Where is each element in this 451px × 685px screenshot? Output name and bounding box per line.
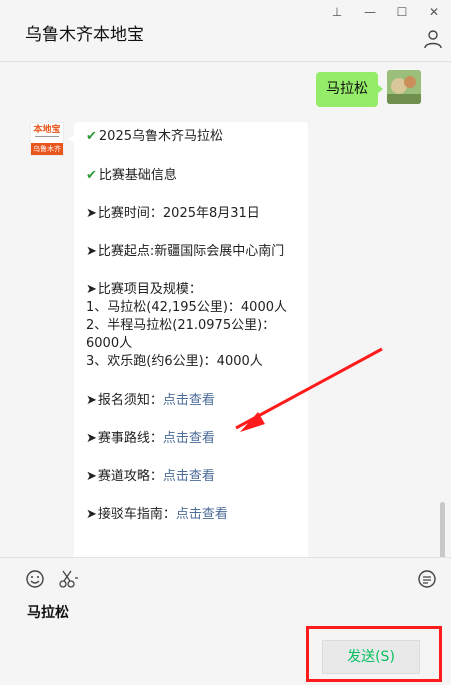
bot-avatar[interactable]: 本地宝 乌鲁木齐 [30,122,64,156]
maximize-button[interactable]: ☐ [392,4,412,20]
checkmark-icon: ✔ [86,129,97,144]
shuttle-guide-link[interactable]: 点击查看 [176,507,228,522]
send-button-highlight [306,626,442,682]
registration-link[interactable]: 点击查看 [163,393,215,408]
my-avatar[interactable] [387,70,421,104]
arrow-icon: ➤ [86,469,97,484]
minimize-button[interactable]: — [360,4,380,20]
user-icon[interactable] [423,29,443,49]
avatar-logo-text: 本地宝 [33,125,61,135]
message-line: 2、半程马拉松(21.0975公里)： [86,318,276,333]
arrow-icon: ➤ [86,206,97,221]
arrow-icon: ➤ [86,507,97,522]
arrow-icon: ➤ [86,282,97,297]
message-line: ➤比赛时间：2025年8月31日 [86,206,260,221]
route-link[interactable]: 点击查看 [163,431,215,446]
avatar-logo-city: 乌鲁木齐 [31,143,63,155]
chat-scrollbar[interactable] [440,502,445,557]
course-guide-link[interactable]: 点击查看 [163,469,215,484]
message-line: ✔ 2025乌鲁木齐马拉松 [86,129,223,144]
message-line: 6000人 [86,336,133,351]
sent-message[interactable]: 马拉松 [316,72,383,107]
message-line: ➤接驳车指南：点击查看 [86,507,228,522]
chat-area[interactable]: 马拉松 本地宝 乌鲁木齐 ✔ 2025乌鲁木齐马拉松 ✔ 比赛基础信息 ➤比赛时间：… [0,62,451,557]
message-line: ➤比赛起点:新疆国际会展中心南门 [86,244,285,259]
arrow-icon: ➤ [86,393,97,408]
message-line: 3、欢乐跑(约6公里)：4000人 [86,354,263,369]
arrow-icon: ➤ [86,244,97,259]
message-line: ➤比赛项目及规模： [86,282,202,297]
avatar-logo-rule [35,136,59,140]
chat-title: 乌鲁木齐本地宝 [25,25,144,45]
arrow-icon: ➤ [86,431,97,446]
emoji-icon[interactable] [24,568,46,590]
pin-icon[interactable]: ⊥ [327,4,347,20]
message-input[interactable]: 马拉松 [27,602,69,622]
checkmark-icon: ✔ [86,168,97,183]
message-line: ✔ 比赛基础信息 [86,168,177,183]
chat-history-icon[interactable] [416,568,438,590]
message-line: ➤报名须知：点击查看 [86,393,215,408]
message-line: ➤赛事路线：点击查看 [86,431,215,446]
received-message: ✔ 2025乌鲁木齐马拉松 ✔ 比赛基础信息 ➤比赛时间：2025年8月31日 ➤比… [69,122,308,557]
message-line: 1、马拉松(42,195公里)：4000人 [86,300,287,315]
close-button[interactable]: ✕ [424,4,444,20]
message-line: ➤赛道攻略：点击查看 [86,469,215,484]
title-bar: 乌鲁木齐本地宝 ⊥ — ☐ ✕ [0,0,451,62]
scissors-icon[interactable] [57,568,79,590]
